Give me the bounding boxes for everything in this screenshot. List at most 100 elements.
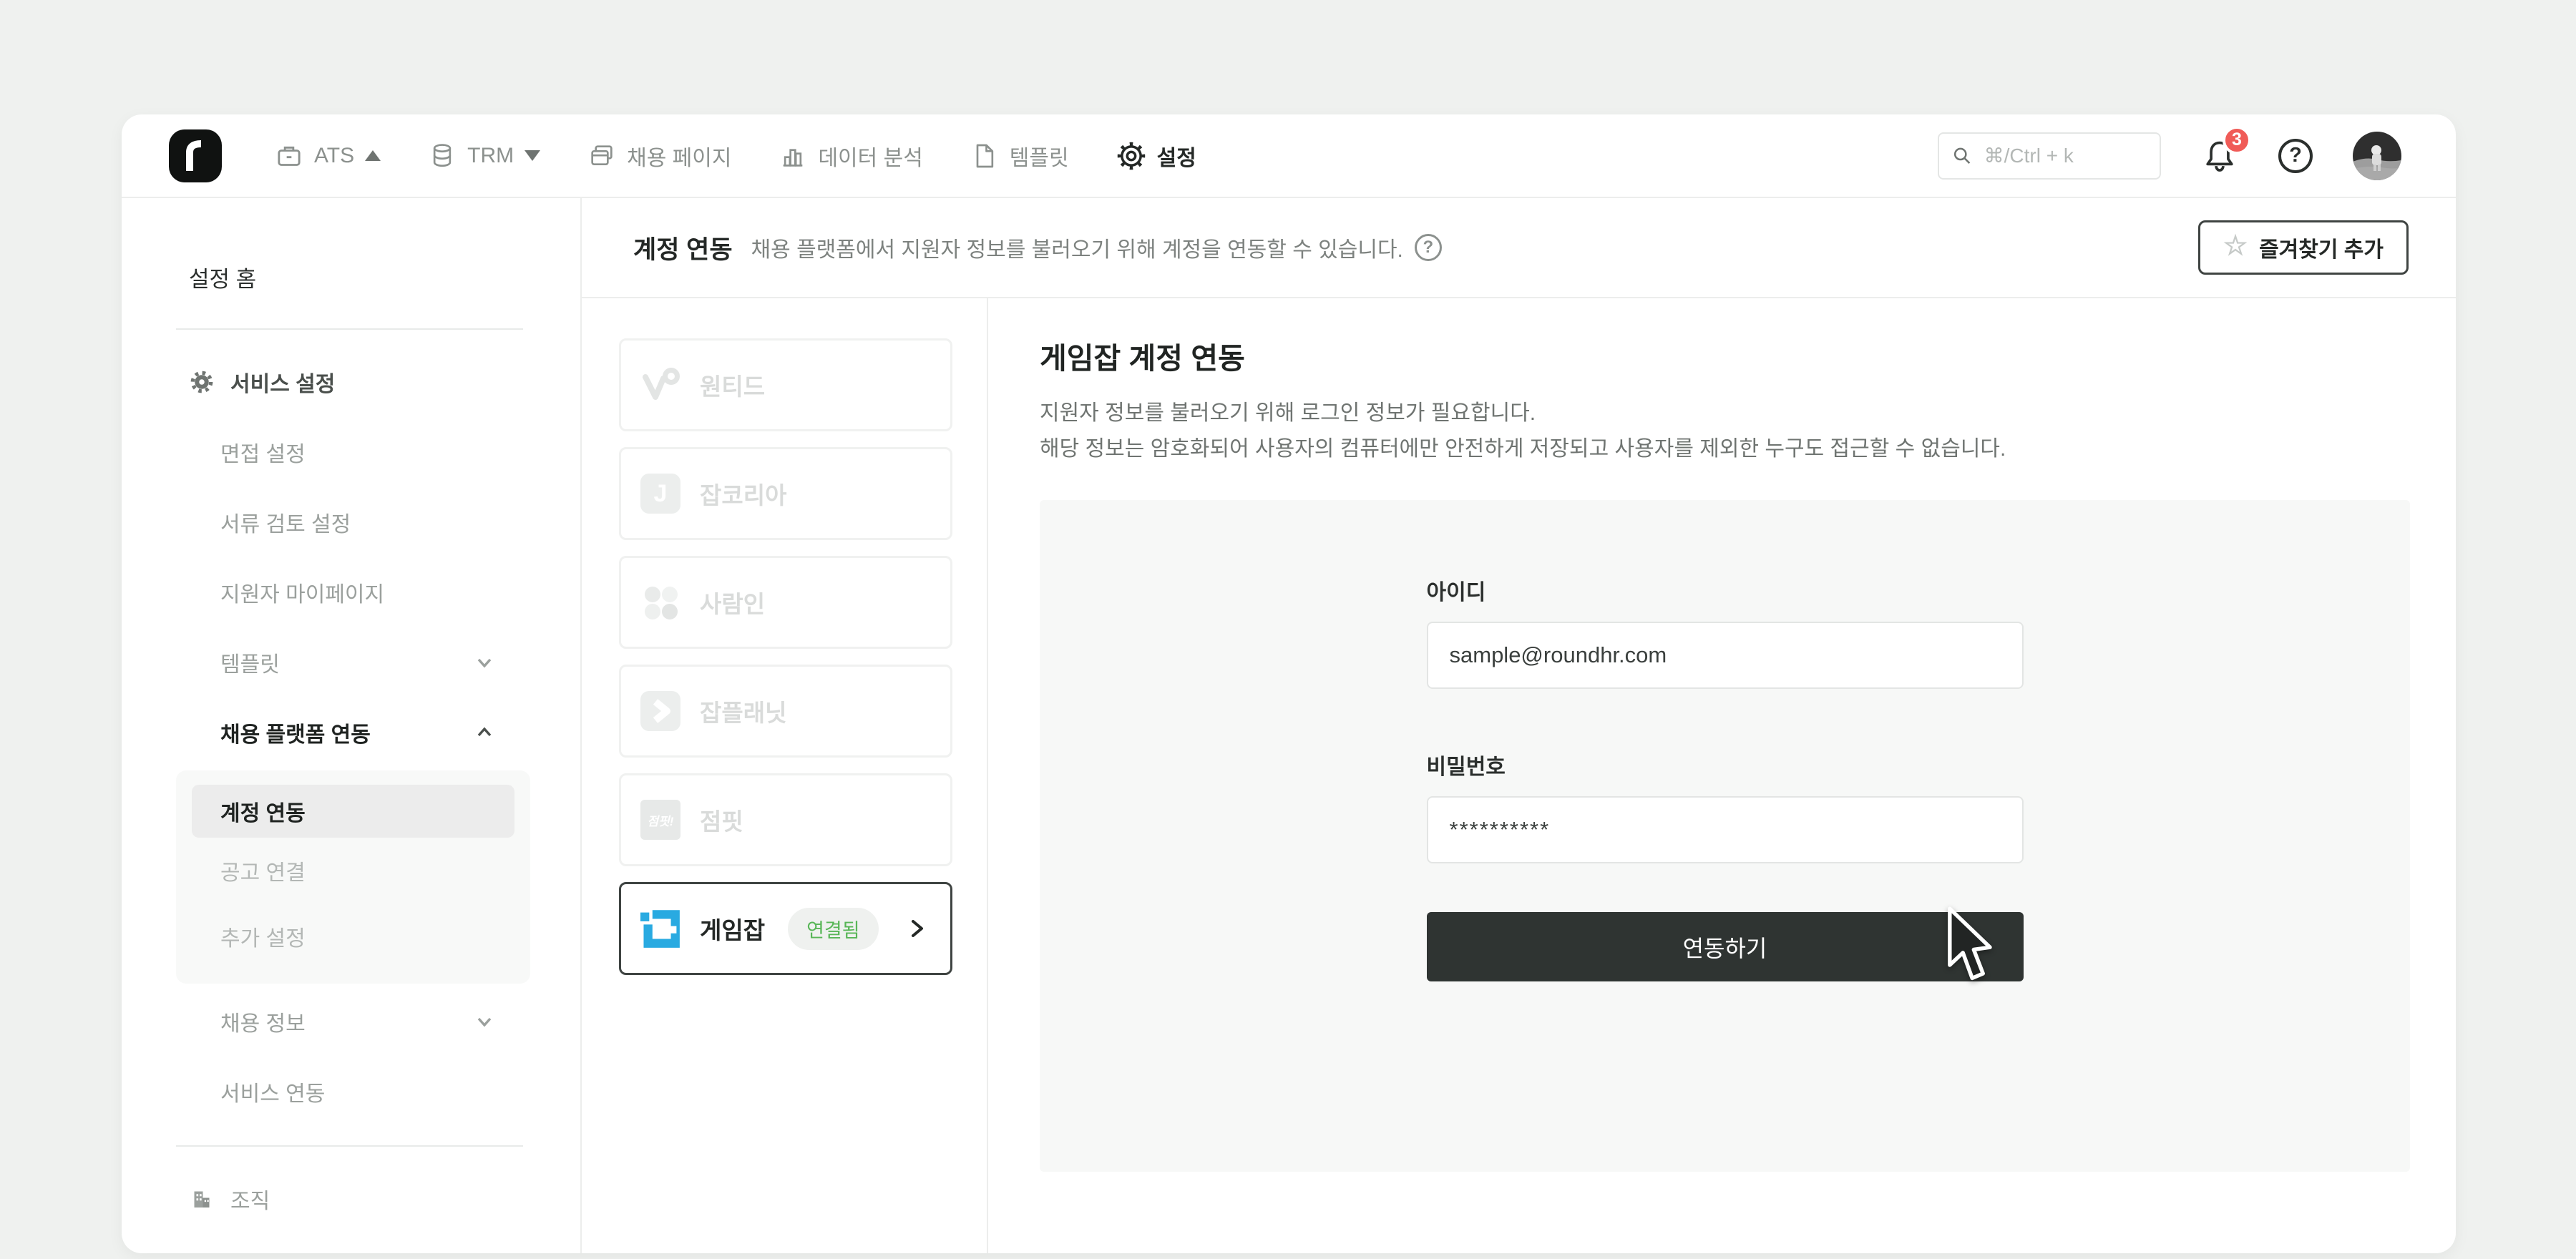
- platform-card-saramin[interactable]: 사람인: [619, 556, 952, 649]
- password-field[interactable]: [1427, 796, 2024, 863]
- star-icon: ☆: [2223, 232, 2248, 260]
- sidebar-item-label: 서류 검토 설정: [220, 506, 351, 538]
- nav-label: TRM: [467, 144, 514, 168]
- nav-item-ats[interactable]: ATS: [275, 142, 381, 170]
- sidebar-item-label: 조직: [230, 1183, 270, 1215]
- notifications-button[interactable]: 3: [2201, 137, 2238, 175]
- sidebar-divider: [176, 1145, 523, 1147]
- sidebar-item-settings-home[interactable]: 설정 홈: [122, 244, 580, 310]
- app-window: ATS TRM 채용 페이지: [122, 114, 2456, 1253]
- credentials-form: 아이디 비밀번호 연동하기: [1427, 500, 2024, 981]
- nav-label: 채용 페이지: [627, 140, 731, 172]
- gamejob-logo-icon: [640, 908, 681, 949]
- account-link-content: 원티드 J 잡코리아: [582, 298, 2456, 1253]
- help-glyph: ?: [2289, 144, 2302, 167]
- sidebar-item-label: 서비스 설정: [230, 366, 335, 398]
- nav-right-group: 3 ?: [1938, 132, 2401, 180]
- gear-icon: [189, 369, 215, 395]
- round-logo[interactable]: [169, 129, 222, 182]
- sidebar-item-account-link[interactable]: 계정 연동: [192, 785, 514, 838]
- database-icon: [428, 142, 457, 170]
- settings-sidebar: 설정 홈 서비스 설정 면접 설정 서류 검토 설정 지원자 마이페이지: [122, 198, 582, 1253]
- sidebar-item-interview-settings[interactable]: 면접 설정: [122, 417, 580, 487]
- nav-item-templates[interactable]: 템플릿: [970, 140, 1069, 172]
- briefcase-icon: [275, 142, 303, 170]
- caret-down-icon: [525, 150, 540, 161]
- page-title: 계정 연동: [633, 230, 733, 266]
- gear-icon: [1116, 141, 1146, 171]
- platform-name: 잡플래닛: [700, 694, 786, 728]
- page-description: 채용 플랫폼에서 지원자 정보를 불러오기 위해 계정을 연동할 수 있습니다.: [751, 232, 1403, 263]
- sidebar-item-posting-link[interactable]: 공고 연결: [176, 838, 530, 903]
- sidebar-item-label: 서비스 연동: [220, 1076, 325, 1107]
- link-account-button[interactable]: 연동하기: [1427, 912, 2024, 981]
- sidebar-item-organization[interactable]: 조직: [122, 1164, 580, 1234]
- wanted-logo-icon: [640, 364, 681, 406]
- platform-card-gamejob[interactable]: 게임잡 연결됨: [619, 882, 952, 975]
- panel-description-line2: 해당 정보는 암호화되어 사용자의 컴퓨터에만 안전하게 저장되고 사용자를 제…: [1040, 431, 2409, 467]
- platform-list: 원티드 J 잡코리아: [582, 298, 988, 1253]
- panel-description-line1: 지원자 정보를 불러오기 위해 로그인 정보가 필요합니다.: [1040, 396, 2409, 431]
- sidebar-item-platform-integration[interactable]: 채용 플랫폼 연동: [122, 697, 580, 768]
- nav-label: 데이터 분석: [818, 140, 922, 172]
- sidebar-item-extra-settings[interactable]: 추가 설정: [176, 903, 530, 969]
- nav-item-settings[interactable]: 설정: [1116, 140, 1196, 172]
- content-area: 계정 연동 채용 플랫폼에서 지원자 정보를 불러오기 위해 계정을 연동할 수…: [582, 198, 2456, 1253]
- logo-r-glyph: [180, 138, 211, 174]
- password-label: 비밀번호: [1427, 749, 2024, 780]
- sidebar-item-label: 채용 정보: [220, 1006, 306, 1037]
- add-favorite-button[interactable]: ☆ 즐겨찾기 추가: [2198, 220, 2409, 275]
- search-input[interactable]: [1983, 144, 2147, 168]
- id-label: 아이디: [1427, 574, 2024, 606]
- sidebar-item-label: 지원자 마이페이지: [220, 577, 384, 608]
- jobkorea-logo-icon: J: [640, 473, 681, 514]
- platform-card-jumpit[interactable]: 점핏! 점핏: [619, 773, 952, 866]
- user-avatar[interactable]: [2353, 132, 2401, 180]
- sidebar-item-service-settings[interactable]: 서비스 설정: [122, 347, 580, 417]
- top-navigation-bar: ATS TRM 채용 페이지: [122, 114, 2456, 198]
- caret-up-icon: [365, 150, 381, 161]
- nav-menu: ATS TRM 채용 페이지: [275, 140, 1196, 172]
- sidebar-item-document-review[interactable]: 서류 검토 설정: [122, 487, 580, 557]
- help-button[interactable]: ?: [2278, 139, 2313, 173]
- platform-name: 점핏: [700, 803, 743, 837]
- chevron-down-icon: [473, 651, 496, 674]
- page-header: 계정 연동 채용 플랫폼에서 지원자 정보를 불러오기 위해 계정을 연동할 수…: [582, 198, 2456, 298]
- sidebar-item-recruit-info[interactable]: 채용 정보: [122, 986, 580, 1057]
- gamejob-link-panel: 게임잡 계정 연동 지원자 정보를 불러오기 위해 로그인 정보가 필요합니다.…: [988, 298, 2456, 1253]
- sidebar-item-applicant-mypage[interactable]: 지원자 마이페이지: [122, 557, 580, 627]
- nav-label: 설정: [1157, 140, 1196, 172]
- connected-status-badge: 연결됨: [788, 908, 879, 950]
- sidebar-item-service-link[interactable]: 서비스 연동: [122, 1057, 580, 1127]
- platform-card-jobplanet[interactable]: 잡플래닛: [619, 665, 952, 758]
- nav-label: ATS: [314, 144, 354, 168]
- notification-badge: 3: [2223, 126, 2251, 155]
- nav-label: 템플릿: [1010, 140, 1069, 172]
- credentials-form-panel: 아이디 비밀번호 연동하기: [1040, 500, 2410, 1172]
- platform-integration-submenu: 계정 연동 공고 연결 추가 설정: [176, 770, 530, 984]
- platform-name: 게임잡: [700, 911, 765, 946]
- platform-card-jobkorea[interactable]: J 잡코리아: [619, 447, 952, 540]
- platform-name: 잡코리아: [700, 476, 786, 511]
- chevron-right-icon: [904, 916, 929, 941]
- saramin-logo-icon: [640, 582, 681, 623]
- app-body: 설정 홈 서비스 설정 면접 설정 서류 검토 설정 지원자 마이페이지: [122, 198, 2456, 1253]
- sidebar-divider: [176, 328, 523, 330]
- nav-item-trm[interactable]: TRM: [428, 142, 540, 170]
- bar-chart-icon: [779, 142, 807, 170]
- platform-card-wanted[interactable]: 원티드: [619, 338, 952, 431]
- info-icon[interactable]: ?: [1415, 234, 1442, 261]
- global-search[interactable]: [1938, 132, 2161, 180]
- id-field[interactable]: [1427, 622, 2024, 689]
- add-favorite-label: 즐겨찾기 추가: [2259, 232, 2384, 263]
- search-icon: [1952, 144, 1973, 168]
- chevron-down-icon: [473, 1010, 496, 1033]
- info-glyph: ?: [1423, 237, 1434, 258]
- nav-item-data-analytics[interactable]: 데이터 분석: [779, 140, 922, 172]
- sidebar-item-templates[interactable]: 템플릿: [122, 627, 580, 697]
- panel-title: 게임잡 계정 연동: [1040, 334, 2409, 377]
- pages-icon: [587, 142, 616, 170]
- mouse-cursor: [1943, 906, 1999, 984]
- nav-item-career-page[interactable]: 채용 페이지: [587, 140, 731, 172]
- page-background: { "topnav": { "logo_letter": "r", "items…: [0, 0, 2576, 1259]
